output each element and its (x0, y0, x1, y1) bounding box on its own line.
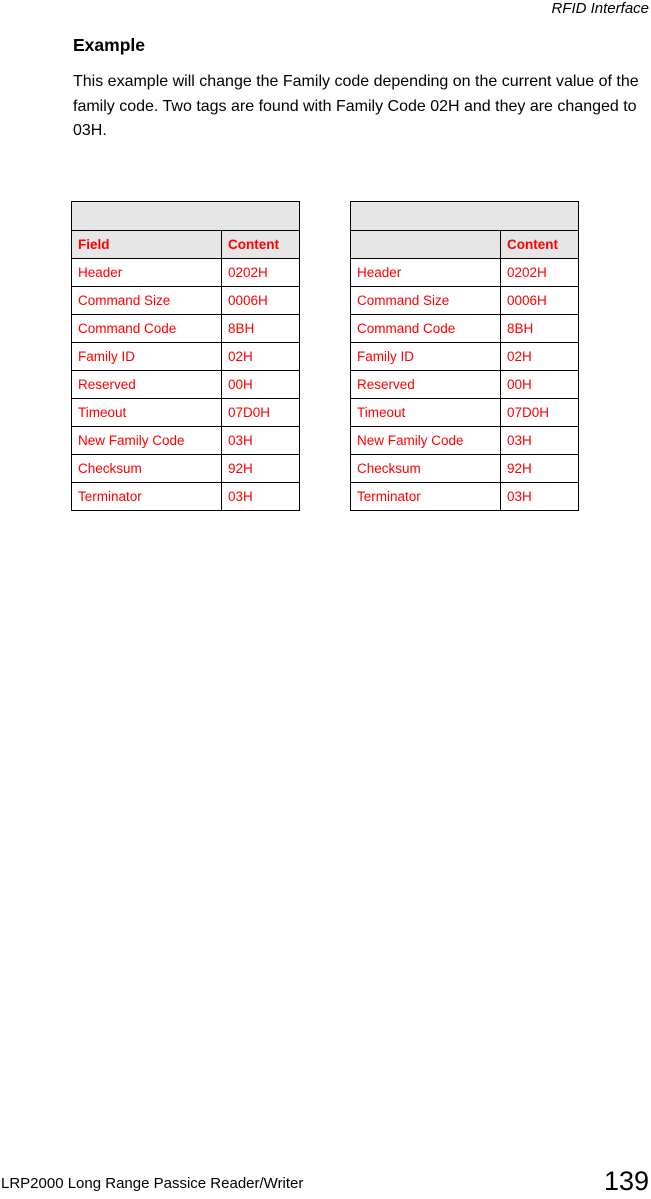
table-row: Reserved 00H (350, 370, 579, 399)
table-row: Family ID 02H (71, 342, 300, 371)
content-cell: 03H (500, 482, 579, 511)
running-header: RFID Interface (551, 0, 649, 17)
table-title-row (350, 201, 579, 231)
field-cell: Command Code (71, 314, 222, 343)
content-cell: 07D0H (221, 398, 300, 427)
field-cell: Terminator (71, 482, 222, 511)
content-cell: 0006H (500, 286, 579, 315)
table-row: Terminator 03H (350, 482, 579, 511)
field-cell: Header (71, 258, 222, 287)
column-header-field (350, 230, 501, 259)
field-cell: Reserved (350, 370, 501, 399)
field-cell: Reserved (71, 370, 222, 399)
table-title-row (71, 201, 300, 231)
content-cell: 02H (221, 342, 300, 371)
table-row: Timeout 07D0H (350, 398, 579, 427)
field-cell: Timeout (350, 398, 501, 427)
content-cell: 8BH (221, 314, 300, 343)
table-row: Command Code 8BH (71, 314, 300, 343)
column-header-content: Content (500, 230, 579, 259)
table-row: Reserved 00H (71, 370, 300, 399)
column-header-field: Field (71, 230, 222, 259)
content-cell: 8BH (500, 314, 579, 343)
field-cell: Command Size (350, 286, 501, 315)
table-row: Checksum 92H (71, 454, 300, 483)
field-cell: Command Code (350, 314, 501, 343)
table-row: Checksum 92H (350, 454, 579, 483)
content-cell: 07D0H (500, 398, 579, 427)
field-cell: Header (350, 258, 501, 287)
table-row: Terminator 03H (71, 482, 300, 511)
command-table-right: Content Header 0202H Command Size 0006H Comm… (350, 201, 579, 511)
content-cell: 0006H (221, 286, 300, 315)
table-title (71, 201, 300, 231)
column-header-content: Content (221, 230, 300, 259)
table-header-row: Content (350, 230, 579, 259)
content-cell: 00H (221, 370, 300, 399)
table-title (350, 201, 579, 231)
table-row: Command Size 0006H (350, 286, 579, 315)
table-row: Command Size 0006H (71, 286, 300, 315)
field-cell: New Family Code (350, 426, 501, 455)
table-row: Family ID 02H (350, 342, 579, 371)
page-number: 139 (603, 1166, 649, 1196)
table-header-row: Field Content (71, 230, 300, 259)
content-cell: 00H (500, 370, 579, 399)
content-cell: 0202H (500, 258, 579, 287)
body-paragraph: This example will change the Family code… (73, 73, 639, 139)
table-row: Header 0202H (350, 258, 579, 287)
field-cell: Command Size (71, 286, 222, 315)
field-cell: Checksum (350, 454, 501, 483)
content-cell: 03H (500, 426, 579, 455)
field-cell: New Family Code (71, 426, 222, 455)
field-cell: Checksum (71, 454, 222, 483)
table-row: Header 0202H (71, 258, 300, 287)
content-cell: 03H (221, 482, 300, 511)
content-cell: 92H (500, 454, 579, 483)
table-row: Timeout 07D0H (71, 398, 300, 427)
content-cell: 03H (221, 426, 300, 455)
field-cell: Family ID (350, 342, 501, 371)
content-cell: 0202H (221, 258, 300, 287)
content-cell: 02H (500, 342, 579, 371)
field-cell: Family ID (71, 342, 222, 371)
table-row: New Family Code 03H (71, 426, 300, 455)
table-row: Command Code 8BH (350, 314, 579, 343)
field-cell: Terminator (350, 482, 501, 511)
section-title: Example (73, 35, 145, 55)
content-cell: 92H (221, 454, 300, 483)
footer-document-title: LRP2000 Long Range Passice Reader/Writer (1, 1175, 304, 1192)
table-row: New Family Code 03H (350, 426, 579, 455)
field-cell: Timeout (71, 398, 222, 427)
command-table-left: Field Content Header 0202H Command Size 000… (71, 201, 300, 511)
